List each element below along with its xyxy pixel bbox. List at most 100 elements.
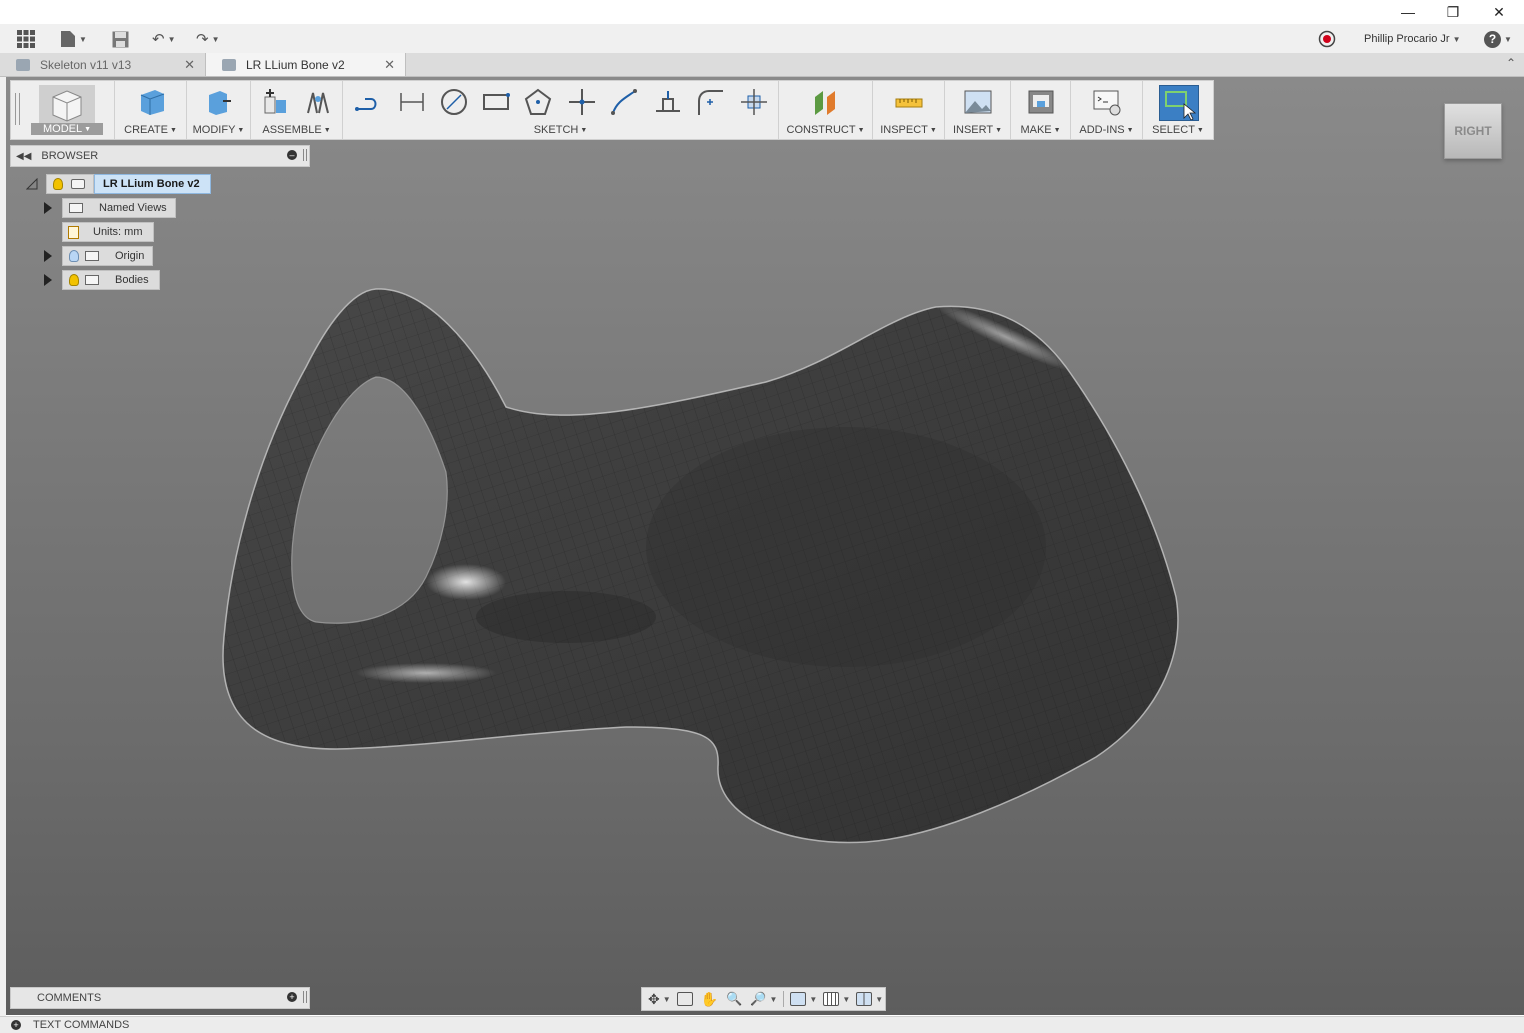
browser-item-units[interactable]: Units: mm <box>62 222 154 242</box>
3d-viewport[interactable] <box>6 77 1524 1015</box>
dimension-icon <box>400 93 424 111</box>
sketch-group[interactable]: SKETCH ▼ <box>343 81 779 139</box>
viewcube[interactable]: RIGHT <box>1444 103 1502 159</box>
select-icon <box>1159 85 1199 121</box>
browser-root-node[interactable]: LR LLium Bone v2 <box>26 174 211 194</box>
spline-tool-icon <box>611 89 637 115</box>
construct-label: CONSTRUCT <box>786 124 856 136</box>
addins-group[interactable]: ADD-INS ▼ <box>1071 81 1143 139</box>
origin-label: Origin <box>115 250 145 262</box>
redo-icon[interactable]: ↷ ▼ <box>196 28 220 50</box>
press-pull-icon <box>209 91 231 115</box>
construct-group[interactable]: CONSTRUCT ▼ <box>779 81 873 139</box>
modify-group[interactable]: MODIFY ▼ <box>187 81 251 139</box>
circle-tool-icon <box>441 89 467 115</box>
browser-panel-header[interactable]: ◀◀ BROWSER – <box>10 145 310 167</box>
component-icon <box>71 179 85 189</box>
visibility-bulb-icon[interactable] <box>69 250 79 262</box>
rectangle-tool-icon <box>483 93 510 110</box>
point-tool-icon <box>569 89 595 115</box>
grid-settings-icon[interactable] <box>823 992 840 1006</box>
file-menu-icon[interactable]: ▼ <box>60 28 87 50</box>
browser-item-named-views[interactable]: Named Views <box>44 198 176 218</box>
tab-llium-bone[interactable]: LR LLium Bone v2 ✕ <box>206 53 406 76</box>
create-label: CREATE <box>124 124 168 136</box>
expand-triangle-icon[interactable] <box>44 250 52 262</box>
visibility-bulb-icon[interactable] <box>53 178 63 190</box>
help-menu[interactable]: ? ▼ <box>1484 28 1512 50</box>
workspace-label: MODEL <box>42 123 83 135</box>
nav-divider <box>783 991 785 1007</box>
browser-item-bodies[interactable]: Bodies <box>44 270 160 290</box>
folder-icon <box>69 203 83 213</box>
collapse-triangle-icon[interactable] <box>26 178 38 190</box>
app-grid-icon[interactable] <box>17 28 35 50</box>
minimize-icon[interactable]: — <box>1385 0 1431 24</box>
document-settings-icon <box>68 225 79 239</box>
visibility-bulb-icon[interactable] <box>69 274 79 286</box>
modify-label: MODIFY <box>192 124 236 136</box>
text-commands-bar[interactable]: + TEXT COMMANDS <box>0 1016 1524 1033</box>
user-menu[interactable]: Phillip Procario Jr ▼ <box>1364 28 1461 50</box>
browser-item-origin[interactable]: Origin <box>44 246 154 266</box>
expand-triangle-icon[interactable] <box>44 202 52 214</box>
design-file-icon <box>222 58 236 71</box>
restore-icon[interactable]: ❐ <box>1430 0 1476 24</box>
viewcube-face-label: RIGHT <box>1454 124 1492 138</box>
save-icon[interactable] <box>112 28 129 50</box>
workspace-switcher[interactable]: MODEL ▼ <box>11 81 115 139</box>
select-label: SELECT <box>1152 124 1195 136</box>
measure-icon <box>895 98 923 108</box>
add-comment-icon[interactable]: + <box>287 992 297 1002</box>
ilium-bone-model[interactable] <box>6 77 1524 1015</box>
fit-icon[interactable]: 🔎 <box>750 991 766 1007</box>
create-group[interactable]: CREATE ▼ <box>115 81 187 139</box>
move-tool-icon <box>741 89 767 115</box>
undo-icon[interactable]: ↶ ▼ <box>152 28 176 50</box>
pan-icon[interactable]: ✋ <box>701 991 718 1008</box>
assemble-group[interactable]: ASSEMBLE ▼ <box>251 81 343 139</box>
close-tab-icon[interactable]: ✕ <box>384 57 395 73</box>
joint-icon <box>307 92 329 114</box>
close-icon[interactable]: ✕ <box>1476 0 1522 24</box>
polygon-tool-icon <box>524 88 552 115</box>
make-label: MAKE <box>1020 124 1052 136</box>
comments-pin-icon[interactable] <box>303 991 307 1003</box>
inspect-group[interactable]: INSPECT ▼ <box>873 81 945 139</box>
comments-panel-header[interactable]: COMMENTS + <box>10 987 310 1009</box>
folder-icon <box>85 251 99 261</box>
look-at-icon[interactable] <box>676 992 693 1006</box>
navigation-bar: ✥ ▼ ✋ 🔍 🔎 ▼ ▼ ▼ ▼ <box>641 987 886 1011</box>
expand-triangle-icon[interactable] <box>44 274 52 286</box>
ribbon-toolbar: MODEL ▼ CREATE ▼ MODIFY ▼ ASSEMBLE ▼ SKETCH ▼… <box>10 80 1214 140</box>
close-tab-icon[interactable]: ✕ <box>184 57 195 73</box>
browser-pin-icon[interactable] <box>303 149 307 161</box>
viewports-icon[interactable] <box>856 992 873 1006</box>
display-settings-icon[interactable] <box>790 992 807 1006</box>
scripts-addins-icon <box>1093 90 1121 116</box>
tab-skeleton[interactable]: Skeleton v11 v13 ✕ <box>0 53 206 76</box>
bodies-label: Bodies <box>115 274 149 286</box>
collapse-browser-icon[interactable]: ◀◀ <box>16 151 31 162</box>
select-group[interactable]: SELECT ▼ <box>1143 81 1213 139</box>
record-icon[interactable] <box>1318 28 1336 50</box>
project-tool-icon <box>656 91 680 112</box>
insert-group[interactable]: INSERT ▼ <box>945 81 1011 139</box>
model-workspace-icon <box>39 85 95 127</box>
inspect-label: INSPECT <box>880 124 928 136</box>
browser-minimize-icon[interactable]: – <box>287 150 297 160</box>
zoom-icon[interactable]: 🔍 <box>726 991 742 1007</box>
collapse-tabs-icon[interactable]: ⌃ <box>1506 56 1516 70</box>
text-commands-title: TEXT COMMANDS <box>33 1019 130 1031</box>
orbit-icon[interactable]: ✥ <box>648 991 660 1008</box>
insert-label: INSERT <box>952 124 994 136</box>
make-group[interactable]: MAKE ▼ <box>1011 81 1071 139</box>
root-component-label[interactable]: LR LLium Bone v2 <box>94 174 211 194</box>
toolbar-grip[interactable] <box>15 93 20 125</box>
user-name: Phillip Procario Jr <box>1364 33 1450 45</box>
expand-text-commands-icon[interactable]: + <box>11 1020 21 1030</box>
quick-access-bar: ▼ ↶ ▼ ↷ ▼ Phillip Procario Jr ▼ ? ▼ <box>0 24 1524 54</box>
line-tool-icon <box>355 98 377 111</box>
help-icon: ? <box>1484 30 1501 48</box>
units-label: Units: mm <box>93 226 143 238</box>
